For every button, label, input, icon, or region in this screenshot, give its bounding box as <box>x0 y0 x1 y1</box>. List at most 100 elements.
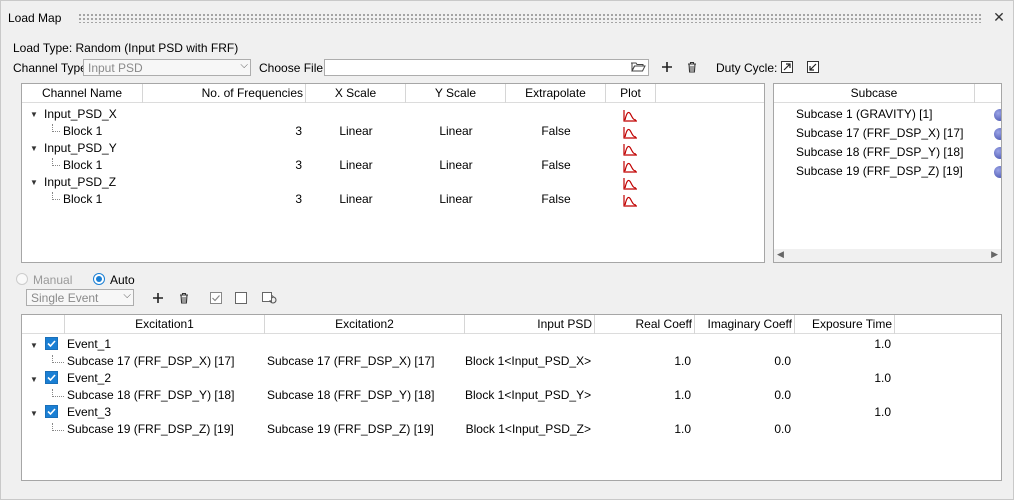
plot-icon[interactable] <box>623 194 638 207</box>
col-channel-name[interactable]: Channel Name <box>22 84 143 103</box>
plot-icon[interactable] <box>623 143 638 156</box>
channel-table-header: Channel Name No. of Frequencies X Scale … <box>22 84 764 103</box>
subcase-item[interactable]: Subcase 17 (FRF_DSP_X) [17] <box>796 125 963 142</box>
event-type-select[interactable]: Single Event ⌵ <box>26 289 134 306</box>
subcase-item[interactable]: Subcase 1 (GRAVITY) [1] <box>796 106 933 123</box>
collapse-toggle-icon[interactable]: ▼ <box>30 409 38 418</box>
folder-open-icon[interactable] <box>630 60 646 76</box>
x-scale-value[interactable]: Linear <box>306 191 406 208</box>
event-table: Excitation1 Excitation2 Input PSD Real C… <box>21 314 1002 481</box>
add-icon[interactable] <box>660 60 676 76</box>
col-subcase[interactable]: Subcase <box>774 84 975 103</box>
y-scale-value[interactable]: Linear <box>406 191 506 208</box>
uncheck-all-icon[interactable] <box>234 291 250 307</box>
col-tree <box>22 315 65 334</box>
horizontal-scrollbar[interactable]: ◀ ▶ <box>774 249 1001 262</box>
close-icon[interactable]: ✕ <box>992 10 1006 24</box>
imaginary-coeff-value[interactable]: 0.0 <box>695 387 791 404</box>
tree-item-block[interactable]: Block 1 <box>63 123 102 140</box>
excitation1-value[interactable]: Subcase 18 (FRF_DSP_Y) [18] <box>67 387 234 404</box>
event-checkbox[interactable] <box>45 405 58 418</box>
trash-icon[interactable] <box>685 60 701 76</box>
tree-item-channel[interactable]: Input_PSD_Y <box>44 140 117 157</box>
real-coeff-value[interactable]: 1.0 <box>595 421 691 438</box>
real-coeff-value[interactable]: 1.0 <box>595 387 691 404</box>
scroll-right-icon[interactable]: ▶ <box>991 249 998 260</box>
tree-item-block[interactable]: Block 1 <box>63 157 102 174</box>
excitation1-value[interactable]: Subcase 17 (FRF_DSP_X) [17] <box>67 353 234 370</box>
plot-icon[interactable] <box>623 109 638 122</box>
import-icon[interactable] <box>806 60 822 76</box>
col-excitation1[interactable]: Excitation1 <box>65 315 265 334</box>
imaginary-coeff-value[interactable]: 0.0 <box>695 421 791 438</box>
manual-label: Manual <box>33 273 73 287</box>
check-all-icon[interactable] <box>209 291 225 307</box>
col-input-psd[interactable]: Input PSD <box>465 315 595 334</box>
real-coeff-value[interactable]: 1.0 <box>595 353 691 370</box>
extrapolate-value[interactable]: False <box>506 191 606 208</box>
collapse-toggle-icon[interactable]: ▼ <box>30 178 38 187</box>
y-scale-value[interactable]: Linear <box>406 157 506 174</box>
col-y-scale[interactable]: Y Scale <box>406 84 506 103</box>
export-icon[interactable] <box>780 60 796 76</box>
collapse-toggle-icon[interactable]: ▼ <box>30 110 38 119</box>
excitation2-value[interactable]: Subcase 19 (FRF_DSP_Z) [19] <box>267 421 434 438</box>
exposure-time-value[interactable]: 1.0 <box>795 404 891 421</box>
event-name[interactable]: Event_3 <box>67 404 111 421</box>
tree-line <box>52 124 60 132</box>
col-extrapolate[interactable]: Extrapolate <box>506 84 606 103</box>
event-checkbox[interactable] <box>45 337 58 350</box>
col-exposure-time[interactable]: Exposure Time <box>795 315 895 334</box>
collapse-toggle-icon[interactable]: ▼ <box>30 144 38 153</box>
subcase-header: Subcase <box>774 84 1001 103</box>
col-plot[interactable]: Plot <box>606 84 656 103</box>
col-x-scale[interactable]: X Scale <box>306 84 406 103</box>
scroll-left-icon[interactable]: ◀ <box>777 249 784 260</box>
title-drag-handle[interactable] <box>78 13 983 23</box>
event-name[interactable]: Event_2 <box>67 370 111 387</box>
subcase-item[interactable]: Subcase 18 (FRF_DSP_Y) [18] <box>796 144 963 161</box>
input-psd-value[interactable]: Block 1<Input_PSD_Z> <box>465 421 591 438</box>
tree-line <box>52 355 64 363</box>
col-real-coeff[interactable]: Real Coeff <box>595 315 695 334</box>
tree-line <box>52 389 64 397</box>
event-checkbox[interactable] <box>45 371 58 384</box>
event-name[interactable]: Event_1 <box>67 336 111 353</box>
collapse-toggle-icon[interactable]: ▼ <box>30 375 38 384</box>
collapse-toggle-icon[interactable]: ▼ <box>30 341 38 350</box>
subcase-status-icon <box>994 128 1001 140</box>
x-scale-value[interactable]: Linear <box>306 157 406 174</box>
extrapolate-value[interactable]: False <box>506 157 606 174</box>
choose-file-input[interactable] <box>324 59 649 76</box>
refresh-icon[interactable] <box>261 291 277 307</box>
input-psd-value[interactable]: Block 1<Input_PSD_X> <box>465 353 591 370</box>
tree-line <box>52 423 64 431</box>
plot-icon[interactable] <box>623 160 638 173</box>
y-scale-value[interactable]: Linear <box>406 123 506 140</box>
add-event-icon[interactable] <box>151 291 167 307</box>
subcase-status-icon <box>994 109 1001 121</box>
excitation2-value[interactable]: Subcase 18 (FRF_DSP_Y) [18] <box>267 387 434 404</box>
col-imaginary-coeff[interactable]: Imaginary Coeff <box>695 315 795 334</box>
col-no-of-frequencies[interactable]: No. of Frequencies <box>143 84 306 103</box>
extrapolate-value[interactable]: False <box>506 123 606 140</box>
tree-item-channel[interactable]: Input_PSD_X <box>44 106 117 123</box>
exposure-time-value[interactable]: 1.0 <box>795 370 891 387</box>
excitation2-value[interactable]: Subcase 17 (FRF_DSP_X) [17] <box>267 353 434 370</box>
channel-type-select[interactable]: Input PSD ⌵ <box>83 59 251 76</box>
tree-item-block[interactable]: Block 1 <box>63 191 102 208</box>
manual-radio[interactable] <box>16 273 28 285</box>
exposure-time-value[interactable]: 1.0 <box>795 336 891 353</box>
col-excitation2[interactable]: Excitation2 <box>265 315 465 334</box>
input-psd-value[interactable]: Block 1<Input_PSD_Y> <box>465 387 591 404</box>
tree-item-channel[interactable]: Input_PSD_Z <box>44 174 116 191</box>
plot-icon[interactable] <box>623 126 638 139</box>
delete-event-icon[interactable] <box>177 291 193 307</box>
auto-label: Auto <box>110 273 135 287</box>
auto-radio[interactable] <box>93 273 105 285</box>
imaginary-coeff-value[interactable]: 0.0 <box>695 353 791 370</box>
x-scale-value[interactable]: Linear <box>306 123 406 140</box>
subcase-item[interactable]: Subcase 19 (FRF_DSP_Z) [19] <box>796 163 963 180</box>
excitation1-value[interactable]: Subcase 19 (FRF_DSP_Z) [19] <box>67 421 234 438</box>
plot-icon[interactable] <box>623 177 638 190</box>
